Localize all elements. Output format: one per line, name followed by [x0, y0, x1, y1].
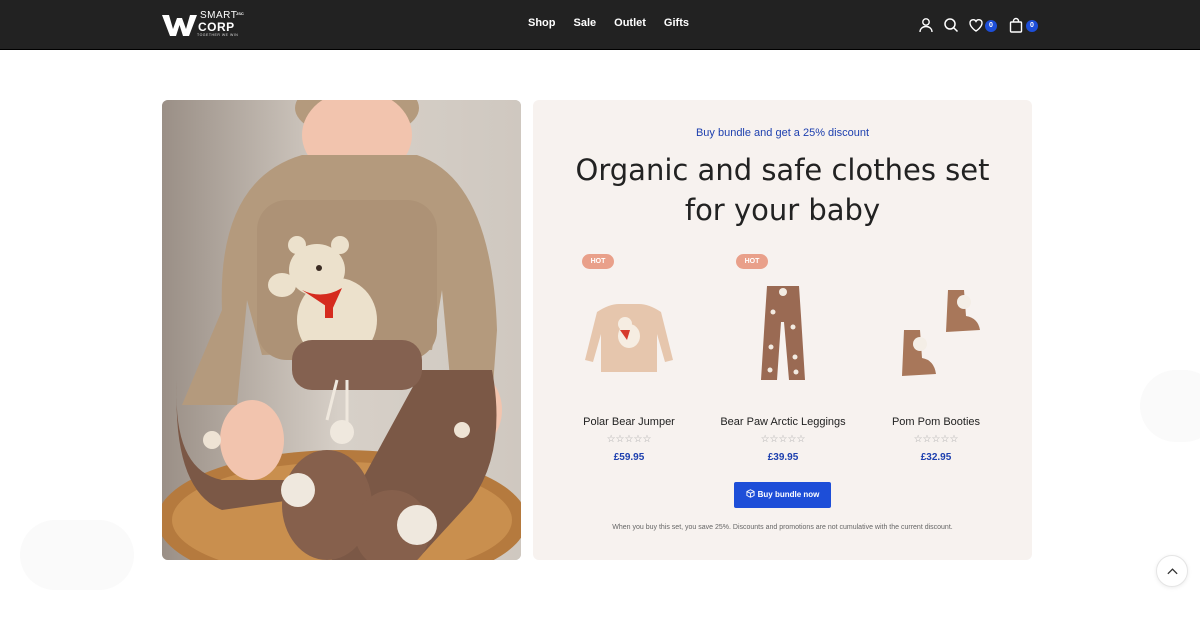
user-icon: [919, 18, 933, 33]
site-logo[interactable]: SMART JSC CORP TOGETHER WE WIN: [162, 10, 246, 40]
buy-bundle-button[interactable]: Buy bundle now: [734, 482, 831, 508]
main-nav: Shop Sale Outlet Gifts: [528, 17, 707, 29]
product-card[interactable]: HOT Polar Bear Jumper ☆☆☆☆☆ £59.95: [554, 250, 704, 470]
product-name[interactable]: Polar Bear Jumper: [554, 416, 704, 428]
search-button[interactable]: [941, 15, 961, 35]
product-price: £32.95: [920, 452, 952, 463]
product-price: £59.95: [613, 452, 645, 463]
scroll-to-top-button[interactable]: [1156, 555, 1188, 587]
heart-icon: [969, 19, 983, 32]
nav-item-outlet[interactable]: Outlet: [614, 17, 646, 29]
rating-stars: ☆☆☆☆☆: [760, 434, 806, 445]
product-name[interactable]: Pom Pom Booties: [861, 416, 1011, 428]
decorative-blur: [1140, 370, 1200, 442]
cart-button[interactable]: [1006, 15, 1026, 35]
site-header: SMART JSC CORP TOGETHER WE WIN Shop Sale…: [0, 0, 1200, 50]
product-image[interactable]: [569, 272, 689, 390]
product-image[interactable]: [723, 272, 843, 390]
wishlist-count-badge: 0: [985, 20, 997, 32]
bundle-panel: Buy bundle and get a 25% discount Organi…: [533, 100, 1032, 560]
buy-bundle-label: Buy bundle now: [757, 490, 820, 499]
logo-tagline: TOGETHER WE WIN: [197, 33, 239, 37]
rating-stars: ☆☆☆☆☆: [606, 434, 652, 445]
search-icon: [944, 18, 959, 33]
product-card[interactable]: Pom Pom Booties ☆☆☆☆☆ £32.95: [861, 250, 1011, 470]
product-name[interactable]: Bear Paw Arctic Leggings: [708, 416, 858, 428]
w-logo-icon: [162, 15, 197, 36]
product-card[interactable]: HOT Bear Paw Arctic Leggings ☆☆☆☆☆ £39.9…: [708, 250, 858, 470]
chevron-up-icon: [1167, 568, 1178, 575]
baby-photo: [162, 100, 521, 560]
wishlist-button[interactable]: [966, 15, 986, 35]
decorative-blur: [20, 520, 134, 590]
nav-item-shop[interactable]: Shop: [528, 17, 556, 29]
bundle-eyebrow: Buy bundle and get a 25% discount: [695, 127, 870, 139]
bag-icon: [1009, 17, 1023, 33]
nav-item-gifts[interactable]: Gifts: [664, 17, 689, 29]
account-button[interactable]: [916, 15, 936, 35]
hot-badge: HOT: [736, 254, 768, 269]
logo-line2: CORP: [198, 20, 235, 34]
cart-count-badge: 0: [1026, 20, 1038, 32]
bundle-note: When you buy this set, you save 25%. Dis…: [612, 524, 953, 531]
hero-image: [162, 100, 521, 560]
product-image[interactable]: [876, 272, 996, 390]
hot-badge: HOT: [582, 254, 614, 269]
product-price: £39.95: [767, 452, 799, 463]
rating-stars: ☆☆☆☆☆: [913, 434, 959, 445]
logo-superscript: JSC: [236, 11, 244, 16]
bundle-title: Organic and safe clothes set for your ba…: [575, 153, 990, 227]
package-icon: [746, 489, 755, 498]
nav-item-sale[interactable]: Sale: [574, 17, 597, 29]
